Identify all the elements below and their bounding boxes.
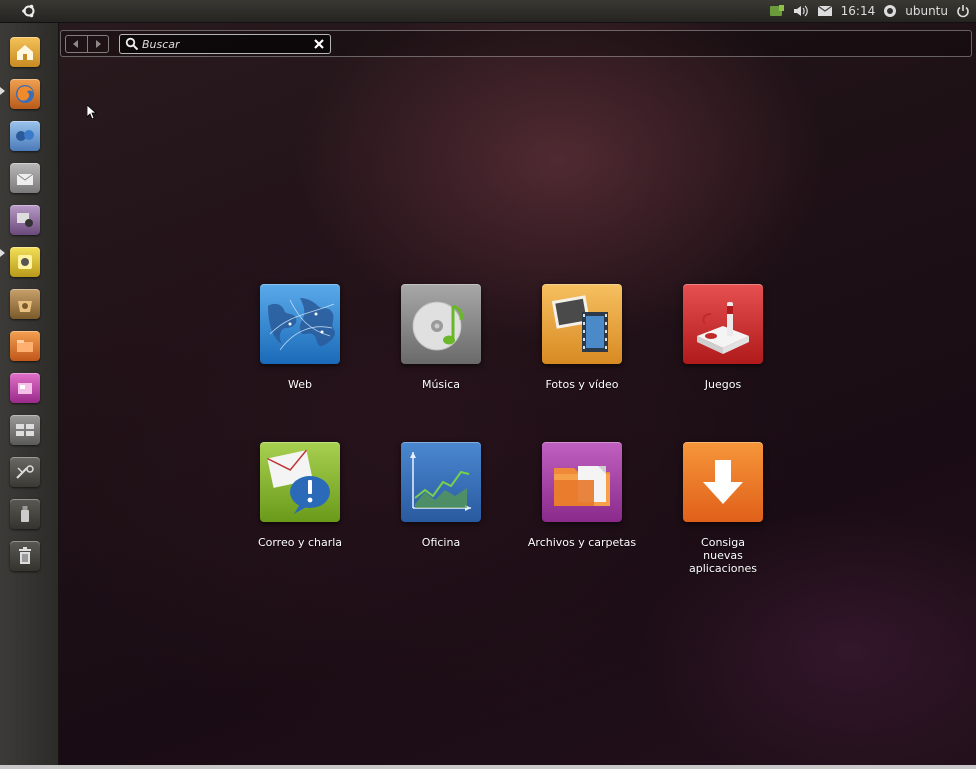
music-disc-icon — [401, 284, 481, 364]
download-arrow-icon — [683, 442, 763, 522]
launcher-usb-drive[interactable] — [10, 499, 40, 529]
user-icon[interactable] — [883, 3, 897, 19]
banshee-icon — [18, 255, 32, 269]
shortcut-files-folders[interactable]: Archivos y carpetas — [522, 442, 642, 572]
clear-search-icon[interactable] — [312, 37, 326, 51]
nav-buttons — [65, 35, 109, 53]
shortcut-label: Música — [421, 378, 461, 391]
running-indicator — [0, 249, 5, 257]
search-input[interactable] — [142, 36, 302, 52]
files-lens-icon — [18, 383, 32, 394]
launcher-trash[interactable] — [10, 541, 40, 571]
mail-icon[interactable] — [817, 3, 833, 19]
shortcut-label: Oficina — [421, 536, 461, 549]
evolution-icon — [16, 173, 34, 185]
usb-drive-icon — [21, 506, 29, 522]
arrow-left-icon — [73, 40, 79, 48]
search-icon — [125, 37, 139, 51]
home-folder-icon — [17, 45, 33, 60]
ubuntu-logo-icon — [22, 4, 35, 18]
mail-chat-icon — [260, 442, 340, 522]
shortcut-web[interactable]: Web — [240, 284, 360, 414]
office-chart-icon — [401, 442, 481, 522]
shortcut-label: Archivos y carpetas — [527, 536, 637, 549]
launcher-banshee[interactable] — [10, 247, 40, 277]
back-button[interactable] — [66, 36, 87, 52]
joystick-icon — [683, 284, 763, 364]
user-name[interactable]: ubuntu — [905, 4, 948, 18]
launcher-firefox[interactable] — [10, 79, 40, 109]
launcher-empathy[interactable] — [10, 121, 40, 151]
launcher-software-center[interactable] — [10, 289, 40, 319]
mouse-cursor-icon — [87, 105, 97, 119]
shortcut-office[interactable]: Oficina — [381, 442, 501, 572]
shortcut-label: Correo y charla — [257, 536, 343, 549]
forward-button[interactable] — [86, 36, 109, 52]
indicator-area: 16:14 ubuntu — [769, 0, 970, 22]
top-panel: 16:14 ubuntu — [0, 0, 976, 23]
launcher-workspaces[interactable] — [10, 415, 40, 445]
settings-icon — [16, 465, 34, 479]
volume-icon[interactable] — [793, 3, 809, 19]
launcher-files-lens[interactable] — [10, 373, 40, 403]
dash-search-bar — [60, 30, 972, 57]
shortcut-label: Juegos — [704, 378, 742, 391]
shortcut-label: Fotos y vídeo — [545, 378, 619, 391]
shortcut-photos-video[interactable]: Fotos y vídeo — [522, 284, 642, 414]
shortcut-music[interactable]: Música — [381, 284, 501, 414]
folder-files-icon — [542, 442, 622, 522]
shortcut-label: Web — [288, 378, 312, 391]
launcher-evolution[interactable] — [10, 163, 40, 193]
launcher-settings[interactable] — [10, 457, 40, 487]
launcher — [0, 23, 59, 769]
photos-video-icon — [542, 284, 622, 364]
search-box[interactable] — [119, 34, 331, 54]
dash-home-button[interactable] — [12, 0, 46, 22]
software-center-icon — [18, 301, 32, 312]
launcher-home-folder[interactable] — [10, 37, 40, 67]
shortcut-get-apps[interactable]: Consiga nuevas aplicaciones — [663, 442, 783, 575]
firefox-icon — [16, 85, 34, 103]
desktop-background: 16:14 ubuntu Buscar Web Música Fotos y v… — [0, 0, 976, 769]
shortcut-games[interactable]: Juegos — [663, 284, 783, 414]
shortcut-label: Consiga nuevas aplicaciones — [689, 536, 757, 575]
applications-lens-icon — [17, 340, 33, 352]
arrow-right-icon — [95, 40, 101, 48]
power-icon[interactable] — [956, 3, 970, 19]
shotwell-icon — [17, 213, 33, 227]
web-globe-icon — [260, 284, 340, 364]
trash-icon — [19, 547, 31, 564]
shortcut-mail-chat[interactable]: Correo y charla — [240, 442, 360, 572]
launcher-shotwell[interactable] — [10, 205, 40, 235]
workspaces-icon — [16, 424, 34, 436]
running-indicator — [0, 87, 5, 95]
clock-time[interactable]: 16:14 — [841, 4, 876, 18]
launcher-applications-lens[interactable] — [10, 331, 40, 361]
network-icon[interactable] — [769, 3, 785, 19]
empathy-icon — [16, 130, 34, 141]
screen-bottom-edge — [0, 765, 976, 769]
